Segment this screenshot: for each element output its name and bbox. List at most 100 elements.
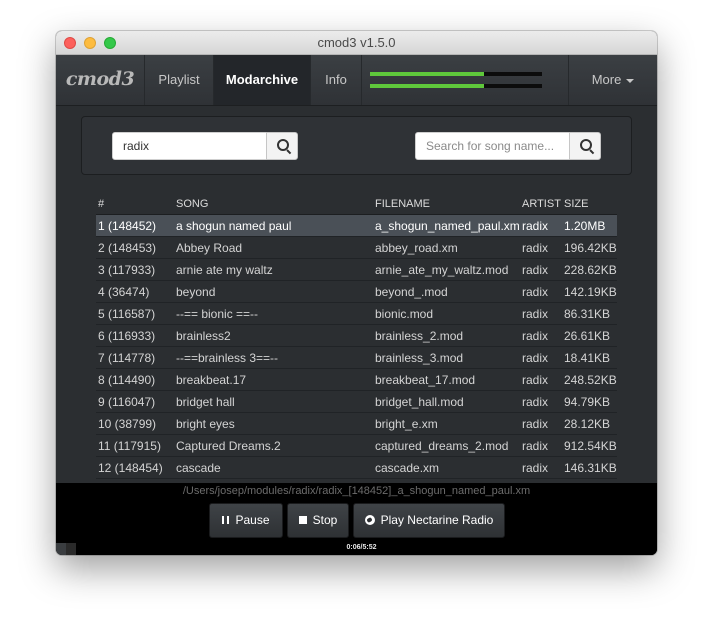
row-artist: radix xyxy=(522,439,549,453)
row-number: 6 (116933) xyxy=(98,329,156,343)
pause-icon xyxy=(222,515,230,524)
row-filename: abbey_road.xm xyxy=(375,241,458,255)
navbar: cmod3 Playlist Modarchive Info More xyxy=(56,55,657,106)
table-row[interactable]: 1 (148452) a shogun named paul a_shogun_na… xyxy=(96,215,617,237)
row-size: 228.62KB xyxy=(564,263,617,277)
row-filename: brainless_2.mod xyxy=(375,329,464,343)
table-row[interactable]: 4 (36474) beyond beyond_.mod radix 142.19KB xyxy=(96,281,617,303)
row-filename: beyond_.mod xyxy=(375,285,448,299)
vu-meter-left xyxy=(370,72,542,76)
row-song: cascade xyxy=(176,461,221,475)
vu-meter xyxy=(361,55,568,105)
vu-meter-right xyxy=(370,84,542,88)
play-radio-button[interactable]: Play Nectarine Radio xyxy=(353,503,505,538)
search-icon xyxy=(277,139,289,151)
stop-icon xyxy=(298,515,307,524)
row-filename: cascade.xm xyxy=(375,461,440,475)
stop-button[interactable]: Stop xyxy=(287,503,349,538)
row-song: --==brainless 3==-- xyxy=(176,351,279,365)
row-filename: breakbeat_17.mod xyxy=(375,373,476,387)
table-row[interactable]: 10 (38799) bright eyes bright_e.xm radix 28.… xyxy=(96,413,617,435)
row-size: 146.31KB xyxy=(564,461,617,475)
row-artist: radix xyxy=(522,417,549,431)
column-header-song[interactable]: SONG xyxy=(176,193,374,215)
table-row[interactable]: 3 (117933) arnie ate my waltz arnie_ate_my… xyxy=(96,259,617,281)
column-header-artist[interactable]: ARTIST xyxy=(522,193,564,215)
brand-logo[interactable]: cmod3 xyxy=(56,55,144,105)
row-song: Captured Dreams.2 xyxy=(176,439,281,453)
search-panel xyxy=(81,116,632,175)
row-artist: radix xyxy=(522,395,549,409)
table-row[interactable]: 8 (114490) breakbeat.17 breakbeat_17.mod ra… xyxy=(96,369,617,391)
row-number: 7 (114778) xyxy=(98,351,156,365)
table-header: # SONG FILENAME ARTIST SIZE xyxy=(96,193,617,215)
row-size: 912.54KB xyxy=(564,439,617,453)
caret-down-icon xyxy=(626,78,635,83)
row-artist: radix xyxy=(522,307,549,321)
row-filename: bionic.mod xyxy=(375,307,434,321)
song-search-button[interactable] xyxy=(569,132,601,160)
row-artist: radix xyxy=(522,329,549,343)
row-size: 94.79KB xyxy=(564,395,611,409)
vu-meter-right-level xyxy=(370,84,484,88)
row-size: 28.12KB xyxy=(564,417,611,431)
row-number: 8 (114490) xyxy=(98,373,156,387)
table-row[interactable]: 5 (116587) --== bionic ==-- bionic.mod radi… xyxy=(96,303,617,325)
pause-button[interactable]: Pause xyxy=(209,503,283,538)
column-header-filename[interactable]: FILENAME xyxy=(375,193,521,215)
row-number: 4 (36474) xyxy=(98,285,150,299)
title-bar[interactable]: cmod3 v1.5.0 xyxy=(56,31,657,55)
row-number: 1 (148452) xyxy=(98,219,157,233)
row-artist: radix xyxy=(522,373,549,387)
row-size: 196.42KB xyxy=(564,241,617,255)
row-artist: radix xyxy=(522,461,549,475)
row-filename: a_shogun_named_paul.xm xyxy=(375,219,520,233)
progress-time: 0:06/5:52 xyxy=(346,544,377,551)
tab-playlist[interactable]: Playlist xyxy=(144,55,213,105)
row-number: 12 (148454) xyxy=(98,461,163,475)
column-header-number[interactable]: # xyxy=(98,193,176,215)
row-song: brainless2 xyxy=(176,329,231,343)
table-row[interactable]: 2 (148453) Abbey Road abbey_road.xm radix 19… xyxy=(96,237,617,259)
more-menu-label: More xyxy=(591,72,622,87)
row-song: bridget hall xyxy=(176,395,235,409)
row-artist: radix xyxy=(522,285,549,299)
column-header-size[interactable]: SIZE xyxy=(564,193,617,215)
row-song: Abbey Road xyxy=(176,241,243,255)
row-size: 142.19KB xyxy=(564,285,617,299)
app-window: cmod3 v1.5.0 cmod3 Playlist Modarchive I… xyxy=(56,31,657,555)
radio-label: Play Nectarine Radio xyxy=(380,513,494,527)
row-song: --== bionic ==-- xyxy=(176,307,259,321)
more-menu-button[interactable]: More xyxy=(568,55,657,105)
row-size: 248.52KB xyxy=(564,373,617,387)
table-row[interactable]: 7 (114778) --==brainless 3==-- brainless_3… xyxy=(96,347,617,369)
row-song: arnie ate my waltz xyxy=(176,263,273,277)
row-number: 5 (116587) xyxy=(98,307,156,321)
song-search-input[interactable] xyxy=(415,132,570,160)
table-row[interactable]: 11 (117915) Captured Dreams.2 captured_dre… xyxy=(96,435,617,457)
table-row[interactable]: 9 (116047) bridget hall bridget_hall.mod ra… xyxy=(96,391,617,413)
row-number: 3 (117933) xyxy=(98,263,156,277)
tab-modarchive[interactable]: Modarchive xyxy=(213,55,310,105)
row-song: breakbeat.17 xyxy=(176,373,247,387)
row-filename: bright_e.xm xyxy=(375,417,438,431)
progress-edge xyxy=(56,543,66,555)
row-number: 11 (117915) xyxy=(98,439,161,453)
row-artist: radix xyxy=(522,263,549,277)
row-number: 10 (38799) xyxy=(98,417,157,431)
progress-bar[interactable]: 0:06/5:52 xyxy=(66,543,657,555)
table-row[interactable]: 6 (116933) brainless2 brainless_2.mod radix… xyxy=(96,325,617,347)
artist-search-input[interactable] xyxy=(112,132,267,160)
current-file-path: /Users/josep/modules/radix/radix_[148452… xyxy=(182,485,531,497)
row-size: 18.41KB xyxy=(564,351,611,365)
row-size: 86.31KB xyxy=(564,307,611,321)
results-table: # SONG FILENAME ARTIST SIZE 1 (148452) a … xyxy=(96,193,617,483)
row-number: 9 (116047) xyxy=(98,395,156,409)
artist-search-button[interactable] xyxy=(266,132,298,160)
tab-info[interactable]: Info xyxy=(310,55,361,105)
table-row[interactable]: 12 (148454) cascade cascade.xm radix 146.31K… xyxy=(96,457,617,479)
row-number: 2 (148453) xyxy=(98,241,157,255)
search-icon xyxy=(580,139,592,151)
pause-label: Pause xyxy=(235,513,270,527)
globe-icon xyxy=(364,514,375,525)
